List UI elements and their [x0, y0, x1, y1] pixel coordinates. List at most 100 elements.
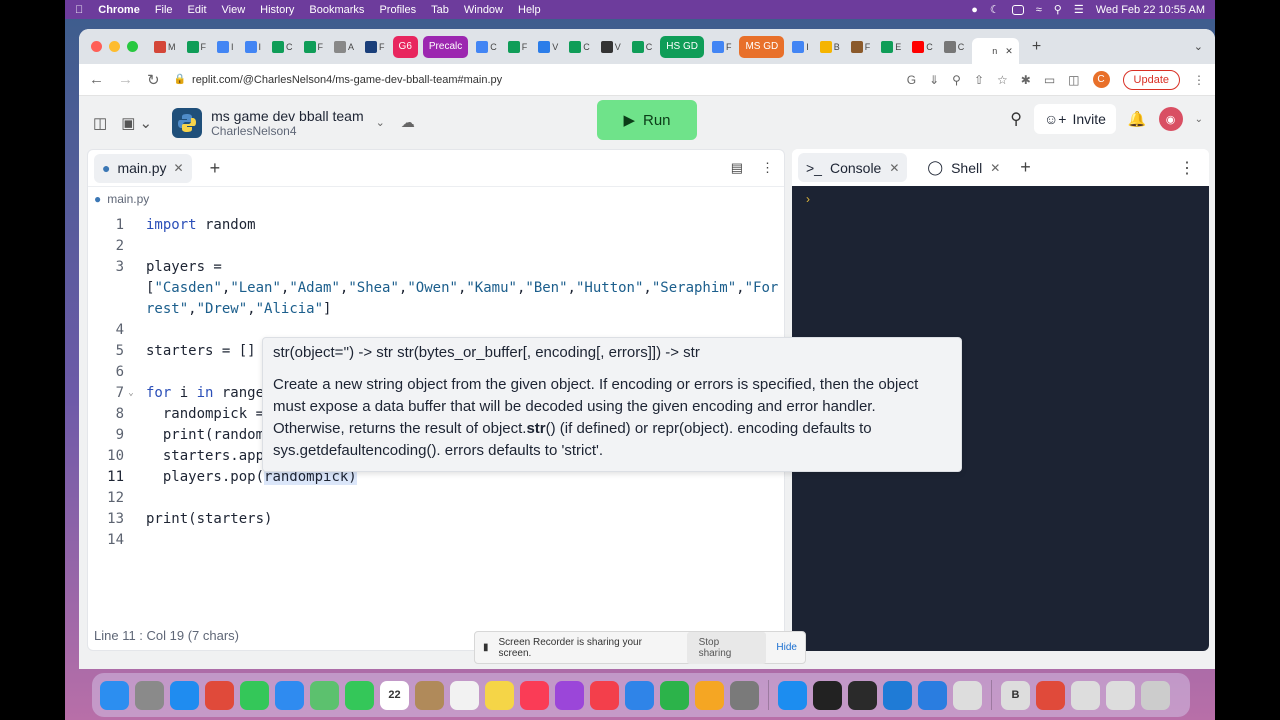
browser-tab[interactable]: C	[629, 36, 656, 58]
python-logo-icon[interactable]	[172, 107, 203, 138]
browser-tab[interactable]: V	[598, 36, 624, 58]
calendar-icon[interactable]: 22	[380, 680, 409, 710]
user-menu-chevron-icon[interactable]: ⌄	[1195, 114, 1203, 125]
menu-item[interactable]: Tab	[431, 4, 449, 16]
add-tab-plus-icon[interactable]: +	[210, 158, 221, 179]
code-text[interactable]: import random	[138, 217, 256, 233]
reload-icon[interactable]: ↻	[147, 71, 160, 89]
editor-more-icon[interactable]: ⋮	[761, 160, 774, 176]
menubar-datetime[interactable]: Wed Feb 22 10:55 AM	[1096, 4, 1205, 16]
spotlight-search-icon[interactable]: ⚲	[1054, 3, 1062, 16]
browser-tab[interactable]: A	[331, 36, 357, 58]
menu-item[interactable]: History	[260, 4, 294, 16]
browser-tab[interactable]: I	[242, 36, 265, 58]
browser-tab[interactable]: E	[878, 36, 904, 58]
battery-icon[interactable]	[1011, 4, 1024, 15]
new-tab-plus-icon[interactable]: +	[1032, 38, 1041, 56]
vscode-icon[interactable]	[883, 680, 912, 710]
fold-chevron-icon[interactable]: ⌄	[124, 388, 138, 398]
code-line[interactable]: 3 players =	[88, 256, 784, 277]
browser-tab[interactable]: B	[817, 36, 843, 58]
browser-tab[interactable]: Precalc	[422, 35, 469, 58]
chrome-icon[interactable]	[205, 680, 234, 710]
code-text[interactable]: ["Casden","Lean","Adam","Shea","Owen","K…	[138, 280, 778, 296]
code-text[interactable]: starters = []	[138, 343, 256, 359]
code-text[interactable]: starters.app	[138, 448, 264, 464]
url-text[interactable]: replit.com/@CharlesNelson4/ms-game-dev-b…	[192, 74, 502, 86]
news-icon[interactable]	[590, 680, 619, 710]
bookmark-star-icon[interactable]: ☆	[997, 73, 1008, 87]
focus-moon-icon[interactable]: ☾	[990, 3, 1000, 16]
close-tab-icon[interactable]: ✕	[1005, 46, 1013, 57]
document-2-icon[interactable]	[1106, 680, 1135, 710]
browser-tab[interactable]: HS GD	[660, 35, 704, 58]
side-panel-icon[interactable]: ◫	[1068, 73, 1079, 87]
code-line[interactable]: 13 print(starters)	[88, 508, 784, 529]
menu-item[interactable]: Profiles	[379, 4, 416, 16]
profile-avatar[interactable]: C	[1092, 71, 1110, 88]
numbers-icon[interactable]	[660, 680, 689, 710]
messages-icon[interactable]	[240, 680, 269, 710]
launchpad-icon[interactable]	[135, 680, 164, 710]
activity-monitor-icon[interactable]	[848, 680, 877, 710]
browser-tab[interactable]: M	[151, 36, 179, 58]
console-more-icon[interactable]: ⋮	[1179, 158, 1195, 178]
breadcrumb-file[interactable]: main.py	[107, 192, 149, 206]
safari-icon[interactable]	[170, 680, 199, 710]
browser-tab[interactable]: C	[473, 36, 500, 58]
menubar-app-name[interactable]: Chrome	[98, 4, 140, 16]
install-icon[interactable]: ⇓	[929, 73, 939, 87]
facetime-icon[interactable]	[345, 680, 374, 710]
code-line[interactable]: 1 import random	[88, 214, 784, 235]
project-title[interactable]: ms game dev bball team	[211, 108, 364, 124]
search-icon[interactable]: ⚲	[1010, 109, 1022, 129]
apple-icon[interactable]: 	[75, 4, 83, 16]
maps-icon[interactable]	[310, 680, 339, 710]
app-store-icon[interactable]	[778, 680, 807, 710]
code-text[interactable]: rest","Drew","Alicia"]	[138, 301, 331, 317]
wifi-icon[interactable]: ≈	[1036, 4, 1042, 16]
finder-icon[interactable]	[100, 680, 129, 710]
browser-tab[interactable]: F	[848, 36, 874, 58]
chrome-app-icon[interactable]	[1036, 680, 1065, 710]
code-line[interactable]: ["Casden","Lean","Adam","Shea","Owen","K…	[88, 277, 784, 298]
browser-tab[interactable]: V	[535, 36, 561, 58]
lock-icon[interactable]: 🔒	[174, 74, 186, 85]
preview-icon[interactable]	[953, 680, 982, 710]
tab-shell[interactable]: ◯ Shell ✕	[919, 153, 1008, 182]
code-text[interactable]: randompick =	[138, 406, 264, 422]
url-field[interactable]: 🔒 replit.com/@CharlesNelson4/ms-game-dev…	[174, 74, 503, 86]
forward-arrow-icon[interactable]: →	[118, 71, 133, 88]
browser-tab[interactable]: F	[505, 36, 531, 58]
project-chevron-icon[interactable]: ⌄	[376, 116, 385, 129]
menu-item[interactable]: File	[155, 4, 173, 16]
code-line[interactable]: 2	[88, 235, 784, 256]
tab-main-py[interactable]: ● main.py ✕	[94, 153, 192, 183]
browser-tab[interactable]: C	[269, 36, 296, 58]
notes-icon[interactable]	[485, 680, 514, 710]
browser-menu-icon[interactable]: ⋮	[1193, 73, 1205, 87]
cloud-sync-icon[interactable]: ☁	[401, 114, 415, 131]
screen-record-icon[interactable]: ●	[971, 4, 978, 16]
code-line[interactable]: 14	[88, 529, 784, 550]
pages-icon[interactable]	[695, 680, 724, 710]
google-lens-icon[interactable]: G	[907, 73, 916, 87]
menu-item[interactable]: Window	[464, 4, 503, 16]
add-pane-plus-icon[interactable]: +	[1020, 157, 1031, 178]
update-button[interactable]: Update	[1122, 69, 1180, 90]
sidebar-toggle-icon[interactable]: ◫	[93, 114, 107, 132]
podcasts-icon[interactable]	[555, 680, 584, 710]
menu-item[interactable]: Help	[518, 4, 541, 16]
music-icon[interactable]	[520, 680, 549, 710]
bbedit-icon[interactable]: B	[1001, 680, 1030, 710]
browser-tab[interactable]: C	[909, 36, 936, 58]
close-console-icon[interactable]: ✕	[889, 161, 899, 175]
keynote-icon[interactable]	[625, 680, 654, 710]
mail-icon[interactable]	[275, 680, 304, 710]
code-text[interactable]: players =	[138, 259, 222, 275]
reminders-icon[interactable]	[450, 680, 479, 710]
close-window-button[interactable]	[91, 41, 102, 52]
project-info[interactable]: ms game dev bball team CharlesNelson4	[211, 108, 364, 138]
stop-sharing-button[interactable]: Stop sharing	[686, 631, 767, 664]
code-text[interactable]: print(starters)	[138, 511, 272, 527]
